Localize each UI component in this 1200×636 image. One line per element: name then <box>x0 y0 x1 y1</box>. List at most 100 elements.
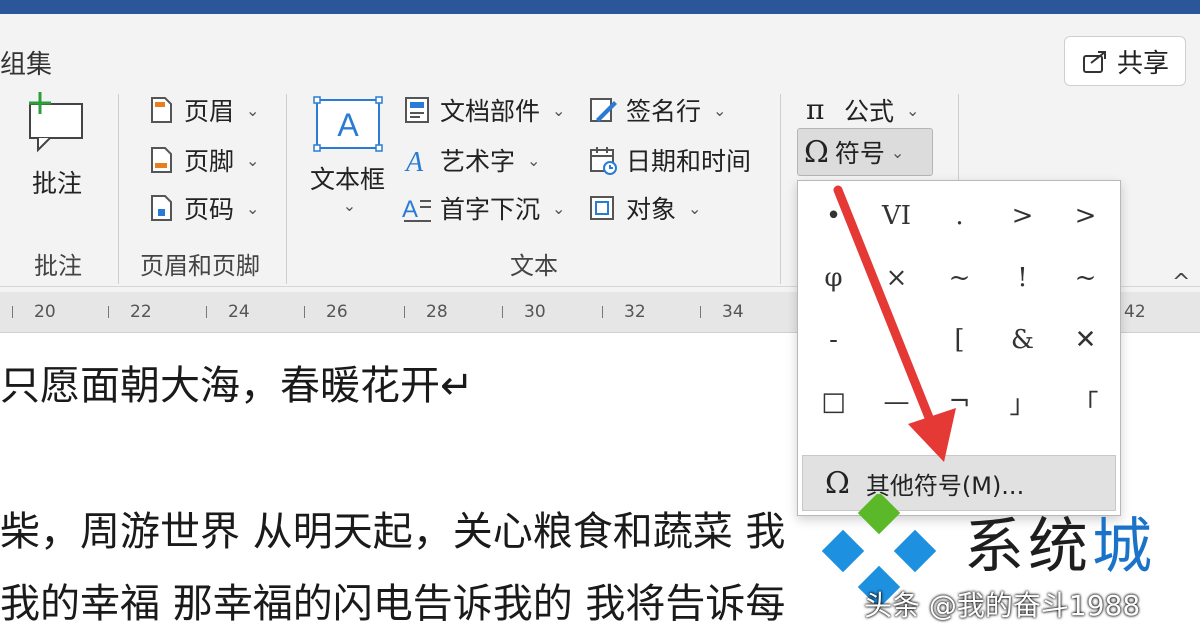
ruler-tick: 20 <box>34 302 56 322</box>
header-button[interactable]: 页眉 ⌄ <box>146 92 259 128</box>
ruler-tick: 42 <box>1124 302 1146 322</box>
comment-label: 批注 <box>31 169 82 198</box>
document-line[interactable]: 柴，周游世界 从明天起，关心粮食和蔬菜 我 <box>0 499 785 557</box>
group-divider <box>286 94 287 284</box>
ruler-tick: 32 <box>624 302 646 322</box>
symbol-label: 符号 <box>834 139 885 168</box>
symbol-cell[interactable]: ~ <box>1054 247 1117 309</box>
share-label: 共享 <box>1116 48 1169 79</box>
ruler-tick: 22 <box>130 302 152 322</box>
chevron-down-icon: ⌄ <box>552 100 566 120</box>
dropcap-icon: A <box>402 196 431 223</box>
ruler-mark <box>108 306 109 318</box>
symbol-cell[interactable]: > <box>991 185 1054 247</box>
ruler-mark <box>206 306 207 318</box>
textbox-button[interactable]: A 文本框 ⌄ <box>310 96 385 215</box>
symbol-cell[interactable]: [ <box>928 309 991 371</box>
omega-icon: Ω <box>804 134 829 170</box>
symbol-dropdown: • VI. > > φ × ~! ~ -[& ✕ □ — ¬」「 Ω 其他符号(M)... <box>797 180 1121 516</box>
equation-label: 公式 <box>844 97 895 126</box>
symbol-button[interactable]: Ω 符号 ⌄ <box>797 128 933 176</box>
chevron-down-icon: ⌄ <box>906 100 920 120</box>
chevron-down-icon: ⌄ <box>552 198 566 218</box>
symbol-cell[interactable]: > <box>1054 185 1117 247</box>
watermark-brand-main: 系统 <box>964 512 1092 582</box>
doc-parts-button[interactable]: 文档部件 ⌄ <box>402 92 565 128</box>
footer-icon <box>151 147 172 173</box>
symbol-cell[interactable]: □ <box>802 371 865 433</box>
comment-button[interactable]: 批注 <box>22 90 92 200</box>
svg-text:A: A <box>337 107 359 143</box>
comment-icon <box>29 92 83 153</box>
symbol-cell[interactable]: 「 <box>1054 371 1117 433</box>
ruler-mark <box>602 306 603 318</box>
chevron-down-icon: ⌄ <box>527 150 541 170</box>
object-label: 对象 <box>626 195 677 224</box>
document-line[interactable]: 我的幸福 那幸福的闪电告诉我的 我将告诉每 <box>0 571 785 629</box>
symbol-cell[interactable]: ~ <box>928 247 991 309</box>
symbol-cell[interactable]: 」 <box>991 371 1054 433</box>
object-button[interactable]: 对象 ⌄ <box>588 190 701 226</box>
dropcap-button[interactable]: A 首字下沉 ⌄ <box>402 190 565 226</box>
symbol-cell[interactable]: . <box>928 185 991 247</box>
symbol-cell[interactable]: & <box>991 309 1054 371</box>
textbox-icon: A <box>312 96 383 152</box>
watermark-brand: 系统城 <box>964 498 1156 585</box>
wordart-button[interactable]: A 艺术字 ⌄ <box>402 142 540 178</box>
wordart-icon: A <box>404 147 424 175</box>
symbol-cell[interactable]: - <box>802 309 865 371</box>
share-icon <box>1082 51 1106 73</box>
page-number-button[interactable]: 页码 ⌄ <box>146 190 259 226</box>
symbol-cell[interactable]: × <box>865 247 928 309</box>
title-bar <box>0 0 1200 15</box>
watermark-brand-accent: 城 <box>1092 512 1156 582</box>
ribbon-tab-label: 组集 <box>0 50 53 80</box>
ruler-tick: 28 <box>426 302 448 322</box>
object-icon <box>590 196 614 220</box>
signature-line-button[interactable]: 签名行 ⌄ <box>588 92 726 128</box>
ruler-mark <box>700 306 701 318</box>
datetime-label: 日期和时间 <box>626 147 752 176</box>
page-number-icon <box>151 195 172 221</box>
wordart-label: 艺术字 <box>440 147 516 176</box>
ruler-tick: 34 <box>722 302 744 322</box>
signature-pen-icon <box>590 98 617 122</box>
footer-label: 页脚 <box>184 147 235 176</box>
chevron-down-icon: ⌄ <box>713 100 727 120</box>
watermark: 系统城 头条 @我的奋斗1988 <box>816 488 1200 636</box>
page-number-label: 页码 <box>184 195 235 224</box>
symbol-cell[interactable]: ✕ <box>1054 309 1117 371</box>
calendar-icon <box>590 147 617 175</box>
chevron-down-icon: ⌄ <box>246 100 260 120</box>
symbol-cell[interactable]: VI <box>865 185 928 247</box>
chevron-down-icon: ⌄ <box>890 142 905 162</box>
chevron-down-icon: ⌄ <box>246 150 260 170</box>
symbol-grid: • VI. > > φ × ~! ~ -[& ✕ □ — ¬」「 <box>802 185 1118 441</box>
share-button[interactable]: 共享 <box>1064 36 1186 86</box>
symbol-cell[interactable]: ! <box>991 247 1054 309</box>
doc-parts-label: 文档部件 <box>440 97 541 126</box>
chevron-down-icon: ⌄ <box>688 198 702 218</box>
header-icon <box>151 97 172 123</box>
symbol-cell[interactable]: • <box>802 185 865 247</box>
datetime-button[interactable]: 日期和时间 <box>588 142 751 178</box>
symbol-cell[interactable]: φ <box>802 247 865 309</box>
svg-text:A: A <box>404 147 424 175</box>
footer-button[interactable]: 页脚 ⌄ <box>146 142 259 178</box>
group-divider <box>780 94 781 284</box>
equation-button[interactable]: π 公式 ⌄ <box>806 92 919 128</box>
chevron-down-icon: ⌄ <box>342 196 357 215</box>
symbol-cell[interactable]: — <box>865 371 928 433</box>
doc-parts-icon <box>405 97 429 123</box>
svg-text:A: A <box>402 196 418 223</box>
dropcap-label: 首字下沉 <box>440 195 541 224</box>
symbol-cell[interactable]: ¬ <box>928 371 991 433</box>
chevron-down-icon: ⌄ <box>246 198 260 218</box>
ruler-tick: 24 <box>228 302 250 322</box>
group-label-header-footer: 页眉和页脚 <box>140 252 260 280</box>
ruler-tick: 30 <box>524 302 546 322</box>
symbol-cell[interactable] <box>865 309 928 371</box>
document-line[interactable]: 只愿面朝大海，春暖花开↵ <box>0 353 474 411</box>
header-label: 页眉 <box>184 97 235 126</box>
textbox-label: 文本框 <box>310 165 386 194</box>
